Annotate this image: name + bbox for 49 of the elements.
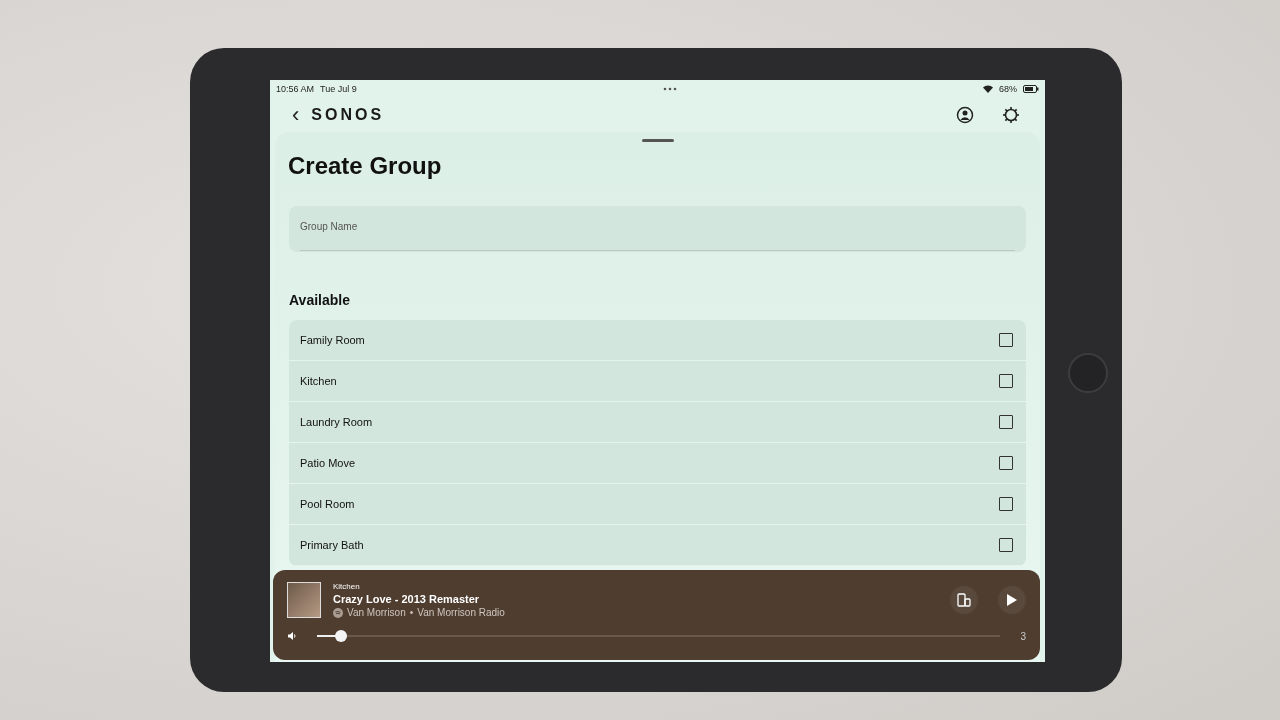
room-row[interactable]: Family Room bbox=[289, 320, 1026, 361]
room-name: Primary Bath bbox=[300, 539, 365, 551]
wifi-icon bbox=[983, 85, 993, 93]
room-checkbox[interactable] bbox=[999, 374, 1013, 388]
more-icon bbox=[662, 87, 677, 91]
room-name: Laundry Room bbox=[300, 416, 374, 428]
room-row[interactable]: Pool Room bbox=[289, 484, 1026, 525]
room-label: Kitchen bbox=[333, 582, 361, 591]
play-icon bbox=[1006, 593, 1018, 607]
status-time: 10:56 AM bbox=[276, 84, 315, 94]
battery-percent: 68% bbox=[999, 84, 1017, 94]
play-button[interactable] bbox=[998, 586, 1026, 614]
settings-icon bbox=[1001, 105, 1021, 125]
group-name-field[interactable]: Group Name bbox=[289, 206, 1026, 252]
section-heading: Available bbox=[289, 292, 351, 308]
room-checkbox[interactable] bbox=[999, 456, 1013, 470]
room-name: Kitchen bbox=[300, 375, 338, 387]
back-button[interactable]: ‹ bbox=[292, 104, 300, 126]
settings-button[interactable] bbox=[1001, 105, 1021, 125]
room-checkbox[interactable] bbox=[999, 497, 1013, 511]
room-checkbox[interactable] bbox=[999, 538, 1013, 552]
room-checkbox[interactable] bbox=[999, 415, 1013, 429]
room-row[interactable]: Primary Bath bbox=[289, 525, 1026, 566]
speakers-icon bbox=[957, 593, 971, 607]
track-title: Crazy Love - 2013 Remaster bbox=[333, 593, 481, 605]
room-name: Family Room bbox=[300, 334, 366, 346]
room-row[interactable]: Kitchen bbox=[289, 361, 1026, 402]
artist-name: Van Morrison bbox=[347, 607, 406, 618]
album-art-placeholder bbox=[287, 582, 321, 618]
service-icon bbox=[333, 607, 343, 618]
room-name: Patio Move bbox=[300, 457, 357, 469]
room-row[interactable]: Laundry Room bbox=[289, 402, 1026, 443]
room-name: Pool Room bbox=[300, 498, 356, 510]
volume-thumb[interactable] bbox=[334, 630, 347, 642]
separator-dot: • bbox=[409, 607, 414, 618]
room-row[interactable]: Patio Move bbox=[289, 443, 1026, 484]
page-title: Create Group bbox=[288, 152, 443, 180]
count-label: 3 bbox=[1020, 630, 1026, 642]
station-name: Van Morrison Radio bbox=[417, 607, 505, 618]
account-button[interactable] bbox=[955, 105, 975, 125]
room-checkbox[interactable] bbox=[999, 333, 1013, 347]
speaker-icon bbox=[287, 631, 297, 641]
sheet-handle[interactable] bbox=[641, 139, 674, 142]
person-icon bbox=[955, 105, 975, 125]
output-button[interactable] bbox=[950, 586, 978, 614]
status-date: Tue Jul 9 bbox=[320, 84, 357, 94]
now-playing-bar[interactable]: Kitchen Crazy Love - 2013 Remaster Van Morrison • Van Morrison Radio 3 bbox=[273, 570, 1040, 660]
battery-icon bbox=[1023, 85, 1039, 93]
brand-logo: SONOS bbox=[311, 106, 385, 124]
